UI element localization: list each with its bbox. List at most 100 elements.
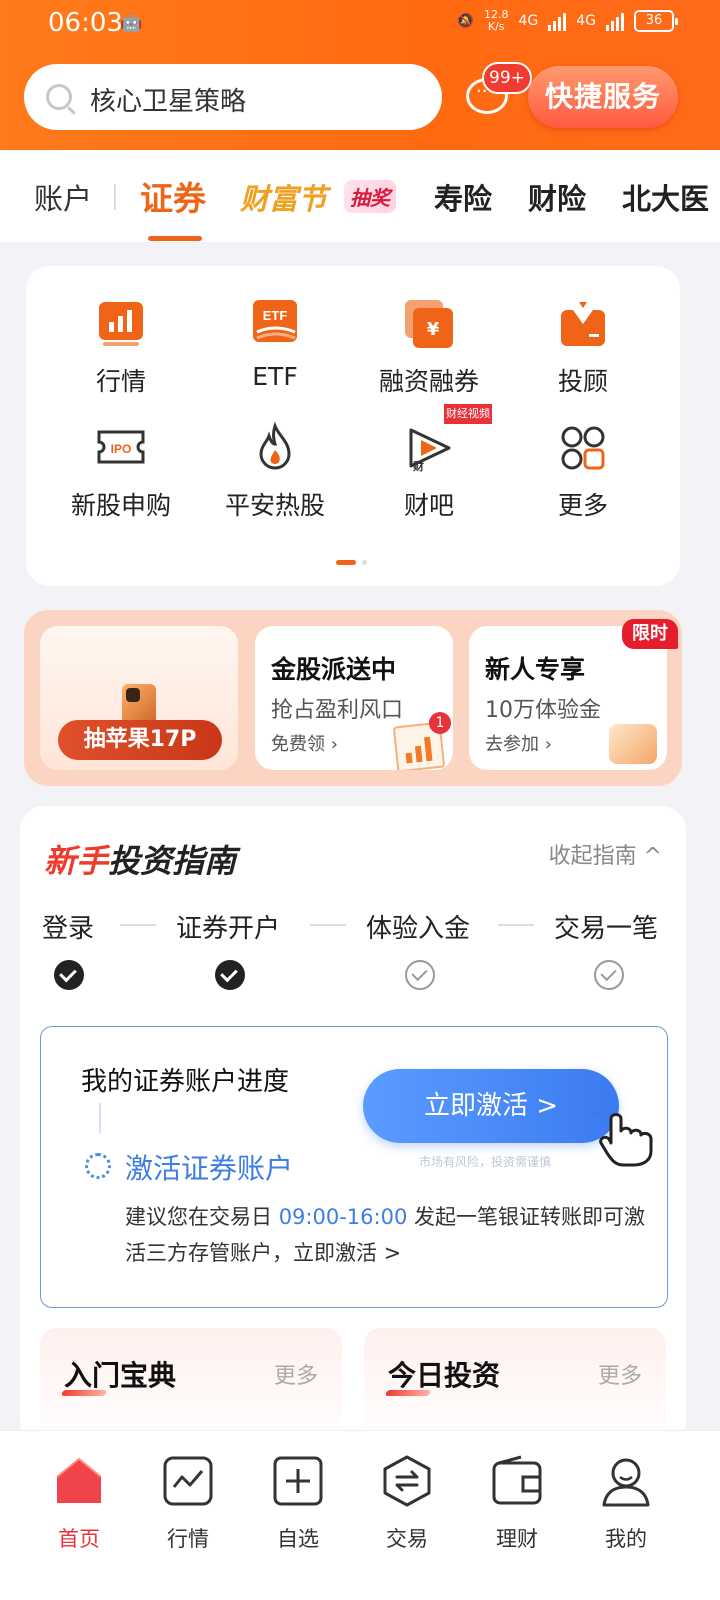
add-square-icon bbox=[272, 1455, 324, 1507]
guide-title: 新手投资指南 bbox=[44, 842, 237, 880]
more-link[interactable]: 更多 bbox=[274, 1358, 318, 1390]
pointing-hand-icon bbox=[591, 1095, 659, 1167]
grid-item-hot-stocks[interactable]: 平安热股 bbox=[195, 421, 355, 522]
home-icon bbox=[53, 1455, 105, 1507]
finance-video-tag: 财经视频 bbox=[444, 404, 492, 424]
net-speed: 12.8 K/s bbox=[483, 8, 509, 33]
today-invest-card[interactable]: 今日投资 更多 bbox=[364, 1328, 666, 1446]
promo-subtitle: 抢占盈利风口 bbox=[271, 698, 404, 723]
progress-title: 我的证券账户进度 bbox=[81, 1067, 290, 1097]
etf-icon: ETF bbox=[249, 298, 301, 350]
limited-time-badge: 限时 bbox=[622, 619, 678, 649]
activate-now-button[interactable]: 立即激活 > bbox=[363, 1069, 619, 1143]
grid-item-market[interactable]: 行情 bbox=[41, 298, 201, 398]
bottom-navigation: 首页 行情 自选 交易 理财 我的 bbox=[0, 1430, 720, 1600]
gold-coins-icon bbox=[609, 724, 657, 764]
status-bar: 06:03 🤖 🔕 12.8 K/s 4G 4G 36 bbox=[0, 0, 720, 48]
chart-line-icon bbox=[162, 1455, 214, 1507]
collapse-guide-button[interactable]: 收起指南 ^ bbox=[549, 838, 662, 870]
promo-subtitle: 10万体验金 bbox=[485, 698, 601, 723]
promo-gold-stock-card[interactable]: 金股派送中 抢占盈利风口 免费领 › 1 bbox=[255, 626, 453, 770]
promo-link: 去参加 › bbox=[485, 734, 552, 755]
mini-title: 今日投资 bbox=[388, 1354, 500, 1394]
status-time: 06:03 bbox=[48, 8, 123, 38]
app-notification-icon: 🤖 bbox=[120, 12, 143, 33]
nav-watchlist[interactable]: 自选 bbox=[248, 1455, 348, 1553]
tab-account[interactable]: 账户 bbox=[34, 176, 92, 218]
grid-item-ipo[interactable]: IPO 新股申购 bbox=[41, 422, 201, 522]
tab-pku-medical[interactable]: 北大医 bbox=[622, 176, 709, 218]
tab-life-insurance[interactable]: 寿险 bbox=[434, 176, 492, 218]
promo-banner: 抽苹果17P 金股派送中 抢占盈利风口 免费领 › 1 新人专享 10万体验金 … bbox=[24, 610, 682, 786]
investment-guide: 新手投资指南 收起指南 ^ 登录 证券开户 体验入金 交易一笔 我的证券账户进度… bbox=[20, 806, 686, 1446]
quick-service-button[interactable]: 快捷服务 bbox=[528, 66, 678, 128]
more-grid-icon bbox=[557, 422, 609, 474]
search-icon bbox=[46, 84, 72, 110]
category-tabs: 账户 证券 财富节 抽奖 寿险 财险 北大医 bbox=[0, 150, 720, 242]
promo-link: 免费领 › bbox=[271, 734, 338, 755]
lottery-pill: 抽苹果17P bbox=[58, 720, 222, 760]
function-grid: 行情 ETF ETF ¥ 融资融券 投顾 IPO 新股申购 平安热股 财 财吧 bbox=[26, 266, 680, 586]
grid-item-finance-forum[interactable]: 财 财吧 bbox=[349, 422, 509, 522]
battery-icon: 36 bbox=[634, 10, 678, 32]
grid-item-etf[interactable]: ETF ETF bbox=[195, 298, 355, 391]
grid-item-margin[interactable]: ¥ 融资融券 bbox=[349, 298, 509, 398]
grid-item-more[interactable]: 更多 bbox=[503, 422, 663, 522]
wallet-icon bbox=[491, 1455, 543, 1507]
nav-market[interactable]: 行情 bbox=[138, 1455, 238, 1553]
nav-trade[interactable]: 交易 bbox=[357, 1455, 457, 1553]
net2-label: 4G bbox=[576, 13, 596, 29]
mini-title: 入门宝典 bbox=[64, 1354, 176, 1394]
progress-line bbox=[99, 1103, 101, 1133]
status-right: 🔕 12.8 K/s 4G 4G 36 bbox=[456, 8, 678, 33]
grid-item-advisor[interactable]: 投顾 bbox=[503, 298, 663, 398]
svg-text:财: 财 bbox=[412, 459, 424, 473]
tab-wealth-festival[interactable]: 财富节 bbox=[240, 176, 327, 218]
tab-divider bbox=[114, 184, 116, 210]
promo-title: 金股派送中 bbox=[271, 655, 397, 684]
nav-home[interactable]: 首页 bbox=[29, 1455, 129, 1553]
step-pending-icon bbox=[405, 960, 435, 990]
app-header: 06:03 🤖 🔕 12.8K/s 4G 4G 36 核心卫星策略 99+ 快捷… bbox=[0, 0, 720, 150]
step-login: 登录 bbox=[42, 914, 95, 944]
tab-property-insurance[interactable]: 财险 bbox=[528, 176, 586, 218]
ipo-ticket-icon: IPO bbox=[95, 422, 147, 474]
activate-description[interactable]: 建议您在交易日 09:00-16:00 发起一笔银证转账即可激活三方存管账户，立… bbox=[125, 1199, 655, 1271]
more-link[interactable]: 更多 bbox=[598, 1358, 642, 1390]
risk-note: 市场有风险，投资需谨慎 bbox=[419, 1155, 552, 1169]
beginner-guide-card[interactable]: 入门宝典 更多 bbox=[40, 1328, 342, 1446]
message-badge: 99+ bbox=[482, 62, 532, 94]
svg-text:IPO: IPO bbox=[111, 442, 132, 456]
loading-icon bbox=[85, 1153, 111, 1179]
step-trade: 交易一笔 bbox=[554, 914, 659, 944]
net1-label: 4G bbox=[518, 13, 539, 29]
step-deposit: 体验入金 bbox=[366, 914, 471, 944]
finance-forum-icon: 财 bbox=[403, 422, 455, 474]
promo-lottery-card[interactable]: 抽苹果17P bbox=[40, 626, 238, 770]
advisor-icon bbox=[557, 298, 609, 350]
exchange-hexagon-icon bbox=[381, 1455, 433, 1507]
step-connector bbox=[120, 924, 156, 926]
signal-icon bbox=[548, 11, 567, 31]
step-done-icon bbox=[215, 960, 245, 990]
nav-profile[interactable]: 我的 bbox=[576, 1455, 676, 1553]
search-text: 核心卫星策略 bbox=[90, 87, 247, 117]
account-progress-card: 我的证券账户进度 激活证券账户 建议您在交易日 09:00-16:00 发起一笔… bbox=[40, 1026, 668, 1308]
activate-account-title: 激活证券账户 bbox=[125, 1152, 294, 1185]
tab-securities[interactable]: 证券 bbox=[140, 172, 206, 220]
page-indicator bbox=[336, 560, 367, 565]
search-input[interactable]: 核心卫星策略 bbox=[24, 64, 442, 130]
step-connector bbox=[310, 924, 346, 926]
flame-icon bbox=[249, 421, 301, 474]
step-pending-icon bbox=[594, 960, 624, 990]
active-tab-indicator bbox=[148, 236, 202, 241]
step-done-icon bbox=[54, 960, 84, 990]
market-chart-icon bbox=[95, 298, 147, 350]
lottery-badge: 抽奖 bbox=[344, 180, 396, 213]
promo-title: 新人专享 bbox=[485, 655, 586, 684]
margin-trading-icon: ¥ bbox=[403, 298, 455, 350]
nav-wealth[interactable]: 理财 bbox=[467, 1455, 567, 1553]
user-icon bbox=[600, 1455, 652, 1507]
step-open-account: 证券开户 bbox=[176, 914, 281, 944]
mute-icon: 🔕 bbox=[456, 13, 474, 29]
